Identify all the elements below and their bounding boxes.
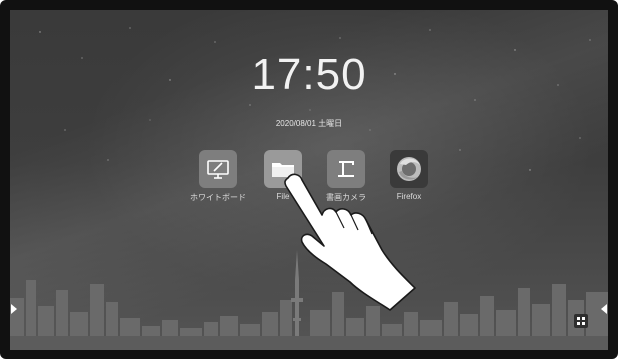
home-screen: 17:50 2020/08/01 土曜日 ホワイトボード File 書画カメラ … — [10, 10, 608, 350]
pointing-hand-illustration — [284, 173, 416, 311]
